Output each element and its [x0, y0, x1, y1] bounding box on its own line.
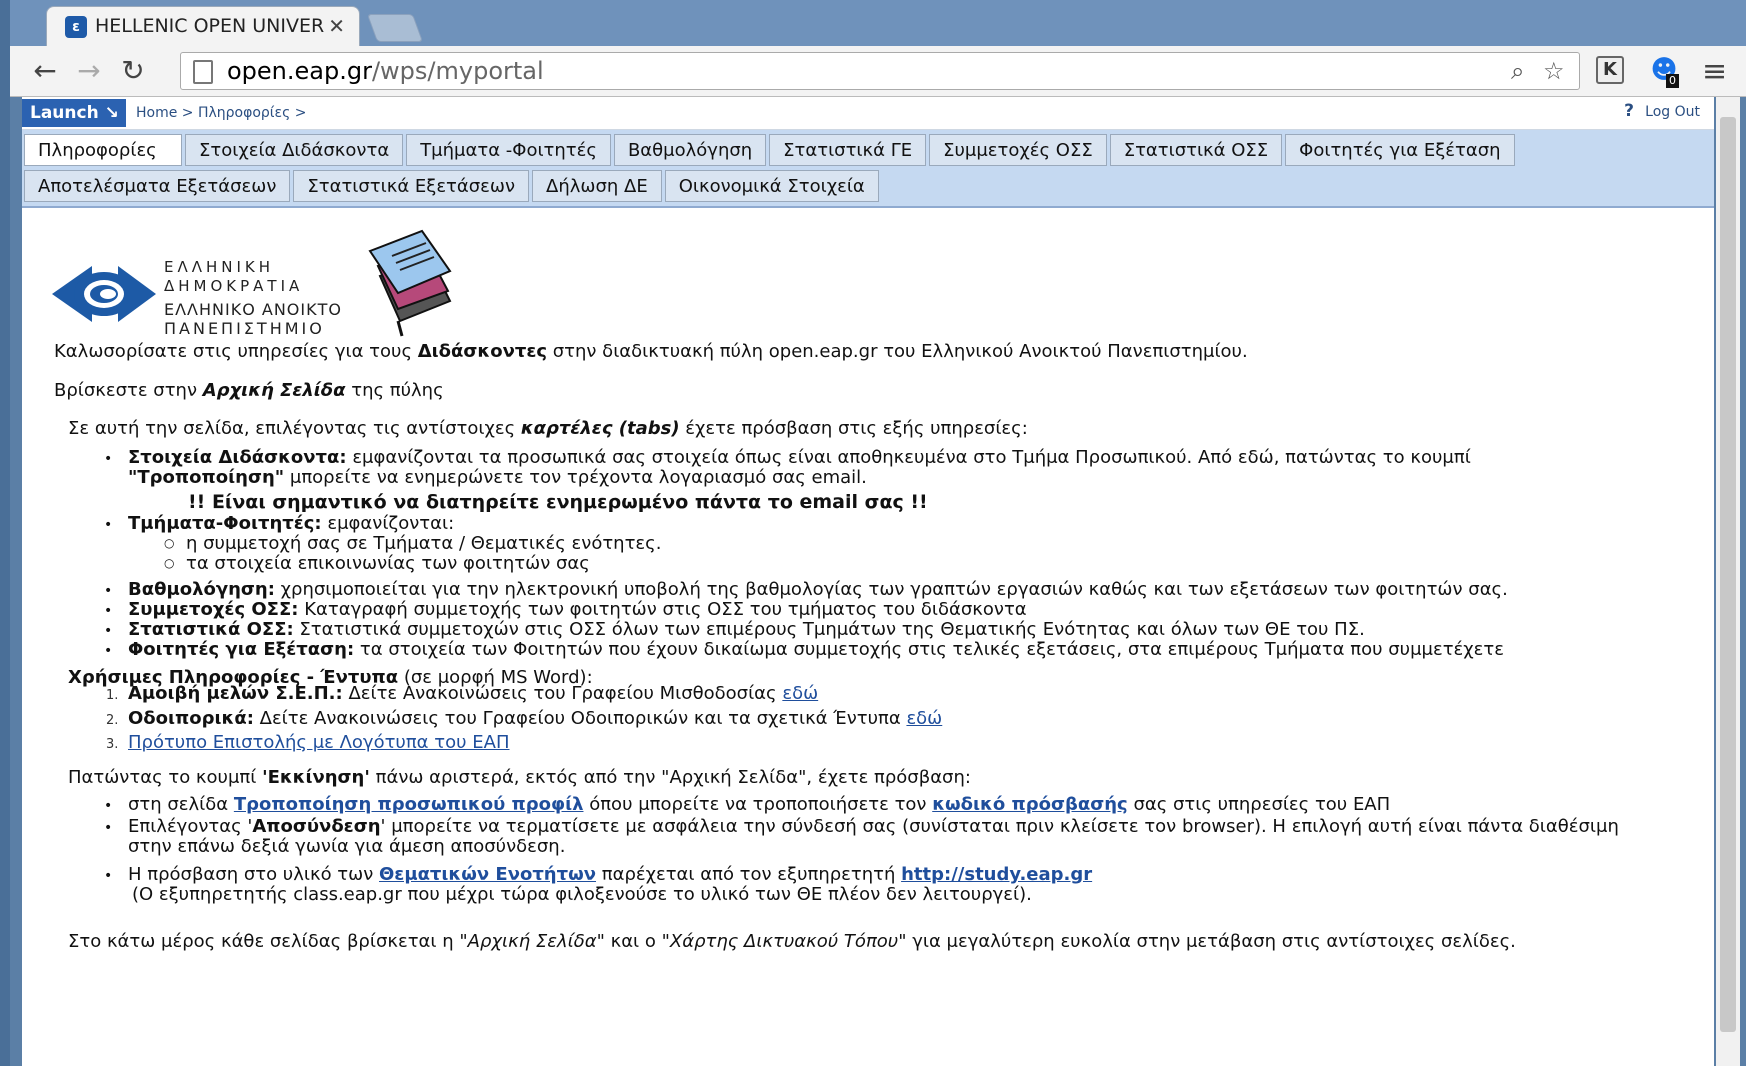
edit-profile-link[interactable]: Τροποποίηση προσωπικού προφίλ [234, 794, 584, 815]
tab-close-icon[interactable]: ✕ [328, 14, 345, 38]
nav-tab[interactable]: Αποτελέσματα Εξετάσεων [24, 170, 291, 202]
reload-icon[interactable]: ↻ [116, 54, 150, 88]
service-oss-participation: Συμμετοχές ΟΣΣ: Καταγραφή συμμετοχής των… [128, 599, 1027, 620]
letterhead-template-link[interactable]: Πρότυπο Επιστολής με Λογότυπα του ΕΑΠ [128, 732, 509, 753]
nav-tab[interactable]: Βαθμολόγηση [613, 134, 767, 166]
portal-nav-tabs: Πληροφορίες Στοιχεία Διδάσκοντα Τμήματα -Φ… [22, 130, 1714, 208]
bullet: • [104, 583, 113, 599]
email-warning: !! Είναι σημαντικό να διατηρείτε ενημερω… [188, 491, 928, 513]
departments-item-1: η συμμετοχή σας σε Τμήματα / Θεματικές ε… [186, 533, 662, 554]
ghostery-badge: 0 [1666, 74, 1679, 88]
books-icon [368, 229, 452, 337]
intro-text: Σε αυτή την σελίδα, επιλέγοντας τις αντί… [68, 418, 1028, 439]
service-teacher-info-2: "Τροποποίηση" μπορείτε να ενημερώνετε το… [128, 467, 867, 488]
url-text: open.eap.gr/wps/myportal [227, 57, 544, 85]
service-exam-students: Φοιτητές για Εξέταση: τα στοιχεία των Φο… [128, 639, 1504, 660]
nav-tab[interactable]: Φοιτητές για Εξέταση [1285, 134, 1515, 166]
sub-bullet: ○ [164, 536, 175, 550]
nav-tab[interactable]: Τμήματα -Φοιτητές [406, 134, 611, 166]
logout-item-2: στην επάνω δεξιά γωνία για άμεση αποσύνδ… [128, 836, 566, 857]
nav-tab[interactable]: Πληροφορίες [24, 134, 182, 166]
nav-tab[interactable]: Στοιχεία Διδάσκοντα [185, 134, 404, 166]
thematic-units-link[interactable]: Θεματικών Ενοτήτων [379, 864, 596, 885]
study-access-note: (Ο εξυπηρετητής class.eap.gr που μέχρι τ… [132, 884, 1032, 905]
scroll-thumb[interactable] [1720, 117, 1736, 1032]
eap-logo-icon [52, 266, 156, 322]
portal-top-bar: Launch ↘ Home > Πληροφορίες > ? Log Out [22, 97, 1714, 130]
page-content: Launch ↘ Home > Πληροφορίες > ? Log Out … [22, 97, 1740, 1066]
study-access-item: Η πρόσβαση στο υλικό των Θεματικών Ενοτή… [128, 864, 1093, 885]
useful-item-3: Πρότυπο Επιστολής με Λογότυπα του ΕΑΠ [128, 732, 509, 754]
welcome-text: Καλωσορίσατε στις υπηρεσίες για τους Διδ… [54, 341, 1248, 362]
home-text: Βρίσκεστε στην Αρχική Σελίδα της πύλης [54, 380, 444, 401]
favicon-icon: ε [65, 16, 87, 38]
nav-tab[interactable]: Στατιστικά ΓΕ [769, 134, 927, 166]
bullet: • [104, 820, 113, 836]
back-arrow-icon[interactable]: ← [28, 54, 62, 88]
bullet: • [104, 517, 113, 533]
search-icon[interactable]: ⌕ [1511, 57, 1524, 85]
launch-button[interactable]: Launch ↘ [22, 99, 126, 127]
eap-logo: ΕΛΛΗΝΙΚΗ ΔΗΜΟΚΡΑΤΙΑ ΕΛΛΗΝΙΚΟ ΑΝΟΙΚΤΟ ΠΑΝ… [52, 242, 352, 338]
breadcrumb[interactable]: Home > Πληροφορίες > [136, 105, 307, 121]
nav-row-2: Αποτελέσματα Εξετάσεων Στατιστικά Εξετάσε… [24, 170, 879, 204]
logout-item: Επιλέγοντας 'Αποσύνδεση' μπορείτε να τερ… [128, 816, 1619, 837]
payroll-link[interactable]: εδώ [782, 683, 818, 704]
useful-item-1: Αμοιβή μελών Σ.Ε.Π.: Δείτε Ανακοινώσεις … [128, 683, 819, 704]
bullet: • [104, 868, 113, 884]
browser-toolbar: ← → ↻ open.eap.gr/wps/myportal ⌕ ☆ K ☻ 0… [10, 46, 1746, 97]
service-teacher-info: Στοιχεία Διδάσκοντα: εμφανίζονται τα προ… [128, 447, 1471, 468]
nav-tab[interactable]: Συμμετοχές ΟΣΣ [929, 134, 1107, 166]
bookmark-star-icon[interactable]: ☆ [1543, 57, 1565, 85]
service-departments: Τμήματα-Φοιτητές: εμφανίζονται: [128, 513, 455, 534]
tab-strip: ε HELLENIC OPEN UNIVERS ✕ [10, 0, 1746, 47]
nav-tab[interactable]: Δήλωση ΔΕ [532, 170, 662, 202]
address-bar[interactable]: open.eap.gr/wps/myportal ⌕ ☆ [180, 52, 1580, 90]
help-icon[interactable]: ? [1624, 101, 1634, 121]
service-grading: Βαθμολόγηση: χρησιμοποιείται για την ηλε… [128, 579, 1508, 600]
nav-row-1: Πληροφορίες Στοιχεία Διδάσκοντα Τμήματα -Φ… [24, 134, 1515, 168]
new-tab-button[interactable] [366, 14, 424, 42]
list-number: 3. [106, 737, 119, 752]
departments-item-2: τα στοιχεία επικοινωνίας των φοιτητών σα… [186, 553, 590, 574]
page-icon [193, 60, 213, 84]
study-url-link[interactable]: http://study.eap.gr [901, 864, 1092, 885]
service-oss-stats: Στατιστικά ΟΣΣ: Στατιστικά συμμετοχών στ… [128, 619, 1365, 640]
logout-link[interactable]: Log Out [1645, 104, 1700, 120]
window-edge [0, 0, 10, 1066]
menu-icon[interactable]: ≡ [1702, 54, 1727, 89]
bullet: • [104, 623, 113, 639]
logo-text: ΕΛΛΗΝΙΚΗ ΔΗΜΟΚΡΑΤΙΑ ΕΛΛΗΝΙΚΟ ΑΝΟΙΚΤΟ ΠΑΝ… [164, 258, 342, 338]
list-number: 1. [106, 688, 119, 703]
extension-k-icon[interactable]: K [1596, 56, 1624, 84]
useful-item-2: Οδοιπορικά: Δείτε Ανακοινώσεις του Γραφε… [128, 708, 943, 729]
footer-note: Στο κάτω μέρος κάθε σελίδας βρίσκεται η … [68, 931, 1516, 952]
bullet: • [104, 643, 113, 659]
tab-title: HELLENIC OPEN UNIVERS [95, 15, 325, 37]
list-number: 2. [106, 713, 119, 728]
profile-item: στη σελίδα Τροποποίηση προσωπικού προφίλ… [128, 794, 1391, 815]
start-button-text: Πατώντας το κουμπί 'Εκκίνηση' πάνω αριστ… [68, 767, 971, 788]
travel-link[interactable]: εδώ [906, 708, 942, 729]
forward-arrow-icon[interactable]: → [72, 54, 106, 88]
bullet: • [104, 603, 113, 619]
bullet: • [104, 451, 113, 467]
nav-tab[interactable]: Στατιστικά ΟΣΣ [1109, 134, 1283, 166]
bullet: • [104, 798, 113, 814]
nav-tab[interactable]: Οικονομικά Στοιχεία [664, 170, 879, 202]
vertical-scrollbar[interactable] [1716, 97, 1740, 1066]
browser-tab[interactable]: ε HELLENIC OPEN UNIVERS ✕ [46, 6, 360, 47]
password-link[interactable]: κωδικό πρόσβασής [932, 794, 1128, 815]
nav-tab[interactable]: Στατιστικά Εξετάσεων [293, 170, 530, 202]
sub-bullet: ○ [164, 556, 175, 570]
